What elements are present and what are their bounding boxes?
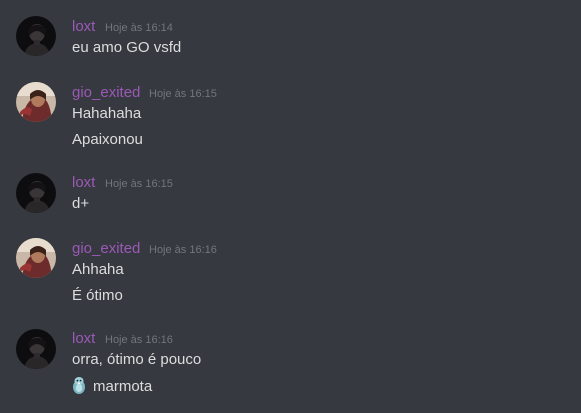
message-text: eu amo GO vsfd [72,39,182,56]
marmot-emoji-icon [72,376,86,400]
avatar-loxt[interactable] [16,329,56,369]
message-text: marmota [93,378,153,395]
author-name[interactable]: gio_exited [72,84,140,102]
message-text: Ahhaha [72,261,124,278]
avatar-gio-exited[interactable] [16,238,56,278]
avatar-loxt[interactable] [16,16,56,56]
author-name[interactable]: loxt [72,174,95,192]
author-name[interactable]: loxt [72,330,95,348]
chat-message-list: loxt Hoje às 16:14 eu amo GO vsfd gio_ex… [0,0,581,413]
message-text: d+ [72,195,90,212]
message-timestamp: Hoje às 16:16 [149,244,217,256]
message-text: Hahahaha [72,105,142,122]
avatar-loxt[interactable] [16,173,56,213]
message-text: orra, ótimo é pouco [72,351,202,368]
message-timestamp: Hoje às 16:14 [105,22,173,34]
avatar-gio-exited[interactable] [16,82,56,122]
author-name[interactable]: gio_exited [72,240,140,258]
message-text: É ótimo [72,287,123,304]
author-name[interactable]: loxt [72,18,95,36]
message-timestamp: Hoje às 16:16 [105,334,173,346]
message-timestamp: Hoje às 16:15 [105,178,173,190]
message-timestamp: Hoje às 16:15 [149,88,217,100]
message-line-with-emoji: marmota [72,376,152,400]
message-text: Apaixonou [72,131,143,148]
